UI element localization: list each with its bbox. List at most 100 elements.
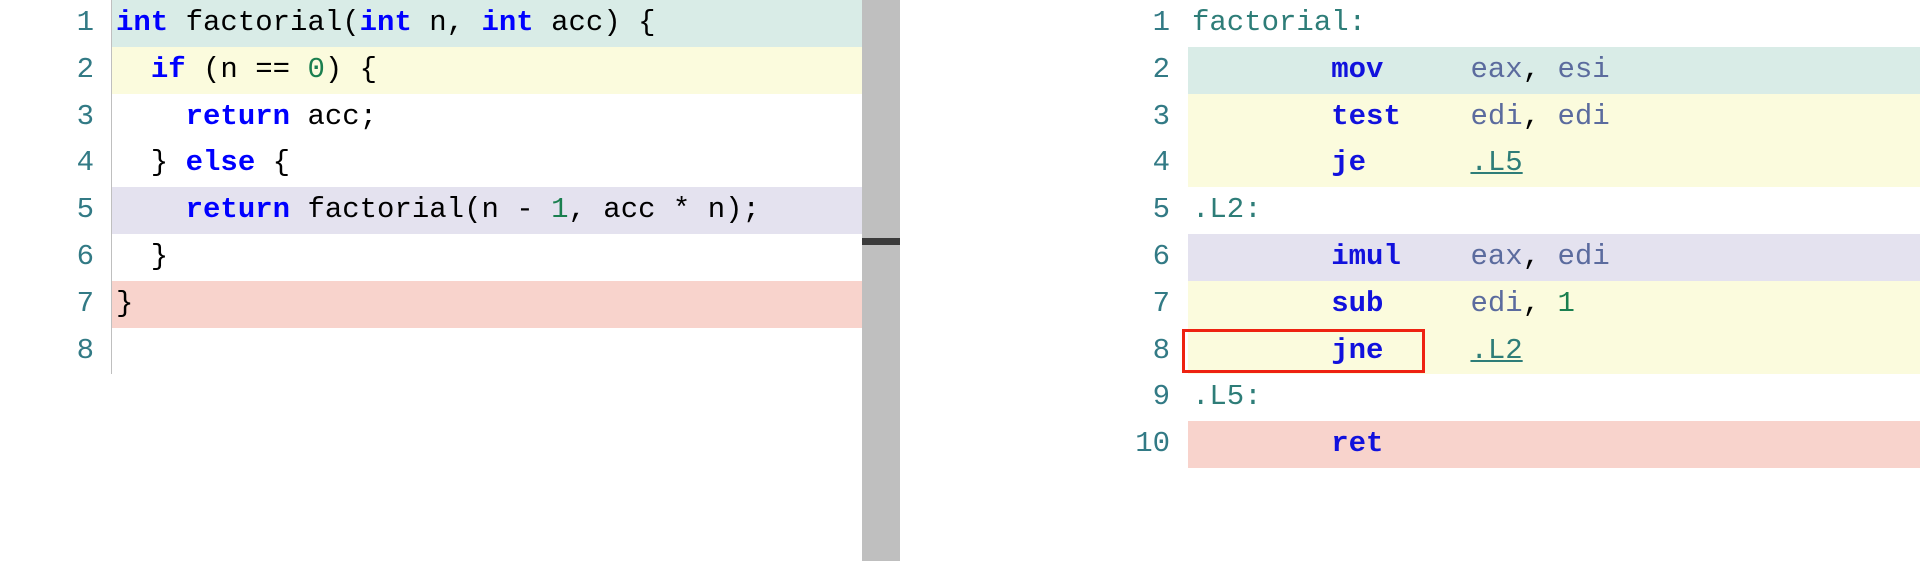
code-line-text[interactable]: sub edi, 1: [1188, 281, 1920, 328]
code-line[interactable]: 10 ret: [905, 421, 1920, 468]
code-token: test: [1331, 99, 1401, 133]
code-token: edi: [1470, 286, 1523, 320]
compiler-explorer-view: 1 int factorial(int n, int acc) {2 if (n …: [0, 0, 1920, 561]
pane-splitter[interactable]: [862, 0, 905, 561]
line-number: 6: [0, 233, 112, 281]
code-line-text[interactable]: ret: [1188, 421, 1920, 468]
code-line-text[interactable]: }: [112, 281, 862, 328]
asm-label-link[interactable]: .L5: [1470, 146, 1522, 179]
code-token: je: [1331, 146, 1367, 180]
code-token: acc;: [290, 99, 378, 133]
code-token: ,: [1522, 99, 1558, 133]
code-token: acc) {: [551, 6, 656, 39]
code-line-text[interactable]: je .L5: [1188, 140, 1920, 187]
splitter-track[interactable]: [862, 0, 900, 561]
line-number: 9: [905, 374, 1188, 422]
code-line[interactable]: 5 return factorial(n - 1, acc * n);: [0, 187, 862, 234]
code-line[interactable]: 2 mov eax, esi: [905, 46, 1920, 94]
code-token: int: [116, 6, 186, 39]
line-number: 10: [905, 421, 1188, 468]
code-token: jne: [1331, 333, 1384, 367]
code-token: {: [255, 146, 291, 180]
line-number: 1: [0, 0, 112, 47]
code-token: ,: [1522, 239, 1558, 273]
code-token: int: [359, 6, 430, 39]
code-line-text[interactable]: } else {: [112, 140, 862, 187]
code-line[interactable]: 9 .L5:: [905, 374, 1920, 422]
source-code-pane[interactable]: 1 int factorial(int n, int acc) {2 if (n …: [0, 0, 862, 561]
code-token: .L2:: [1192, 193, 1262, 227]
line-number: 4: [905, 140, 1188, 188]
code-token: , acc * n);: [568, 193, 760, 227]
code-token: if: [150, 52, 186, 86]
line-number: 3: [0, 93, 112, 141]
code-line-text[interactable]: factorial:: [1188, 0, 1920, 47]
asm-label-link[interactable]: .L2: [1470, 334, 1522, 367]
code-line[interactable]: 8 jne .L2: [905, 327, 1920, 375]
code-line[interactable]: 2 if (n == 0) {: [0, 46, 862, 94]
line-number: 5: [0, 187, 112, 234]
code-line-text[interactable]: jne .L2: [1188, 328, 1920, 375]
code-token: return: [185, 99, 291, 133]
code-line[interactable]: 3 test edi, edi: [905, 93, 1920, 141]
code-line[interactable]: 5 .L2:: [905, 187, 1920, 234]
code-token: n,: [429, 6, 482, 39]
code-line-text[interactable]: [112, 328, 862, 375]
code-line[interactable]: 4 je .L5: [905, 140, 1920, 188]
source-code-lines[interactable]: 1 int factorial(int n, int acc) {2 if (n …: [0, 0, 862, 375]
line-number: 1: [905, 0, 1188, 47]
code-token: ) {: [324, 52, 378, 86]
code-token: }: [116, 146, 186, 180]
code-token: factorial(n -: [290, 193, 552, 227]
code-token: edi: [1557, 239, 1610, 273]
code-line-text[interactable]: mov eax, esi: [1188, 47, 1920, 94]
code-line[interactable]: 1 factorial:: [905, 0, 1920, 47]
assembly-code-lines[interactable]: 1 factorial: 2 mov eax, esi 3 test edi, edi…: [905, 0, 1920, 468]
code-line[interactable]: 6 }: [0, 233, 862, 281]
code-line[interactable]: 6 imul eax, edi: [905, 233, 1920, 281]
code-line-text[interactable]: .L2:: [1188, 187, 1920, 234]
code-line[interactable]: 3 return acc;: [0, 93, 862, 141]
code-line-text[interactable]: return acc;: [112, 94, 862, 141]
code-token: else: [185, 146, 256, 180]
code-line[interactable]: 8: [0, 327, 862, 375]
code-line-text[interactable]: test edi, edi: [1188, 94, 1920, 141]
code-token: }: [116, 286, 134, 320]
code-token: edi: [1557, 99, 1610, 133]
line-number: 2: [0, 46, 112, 94]
code-token: sub: [1331, 286, 1384, 320]
code-line-text[interactable]: int factorial(int n, int acc) {: [112, 0, 862, 47]
code-line[interactable]: 7 sub edi, 1: [905, 280, 1920, 328]
code-token: eax: [1470, 52, 1523, 86]
code-token: 1: [1557, 286, 1575, 320]
code-token: factorial(: [185, 6, 360, 39]
code-line[interactable]: 1 int factorial(int n, int acc) {: [0, 0, 862, 47]
code-line[interactable]: 4 } else {: [0, 140, 862, 188]
code-line-text[interactable]: .L5:: [1188, 374, 1920, 421]
code-line[interactable]: 7}: [0, 280, 862, 328]
line-number: 7: [905, 280, 1188, 328]
code-token: int: [481, 6, 552, 39]
code-token: eax: [1470, 239, 1523, 273]
line-number: 6: [905, 233, 1188, 281]
code-line-text[interactable]: if (n == 0) {: [112, 47, 862, 94]
code-token: return: [185, 193, 291, 227]
code-line-text[interactable]: imul eax, edi: [1188, 234, 1920, 281]
code-token: (n ==: [185, 52, 308, 86]
splitter-drag-handle[interactable]: [862, 238, 900, 245]
assembly-output-pane[interactable]: 1 factorial: 2 mov eax, esi 3 test edi, edi…: [905, 0, 1920, 561]
code-line-text[interactable]: }: [112, 234, 862, 281]
code-line-text[interactable]: return factorial(n - 1, acc * n);: [112, 187, 862, 234]
